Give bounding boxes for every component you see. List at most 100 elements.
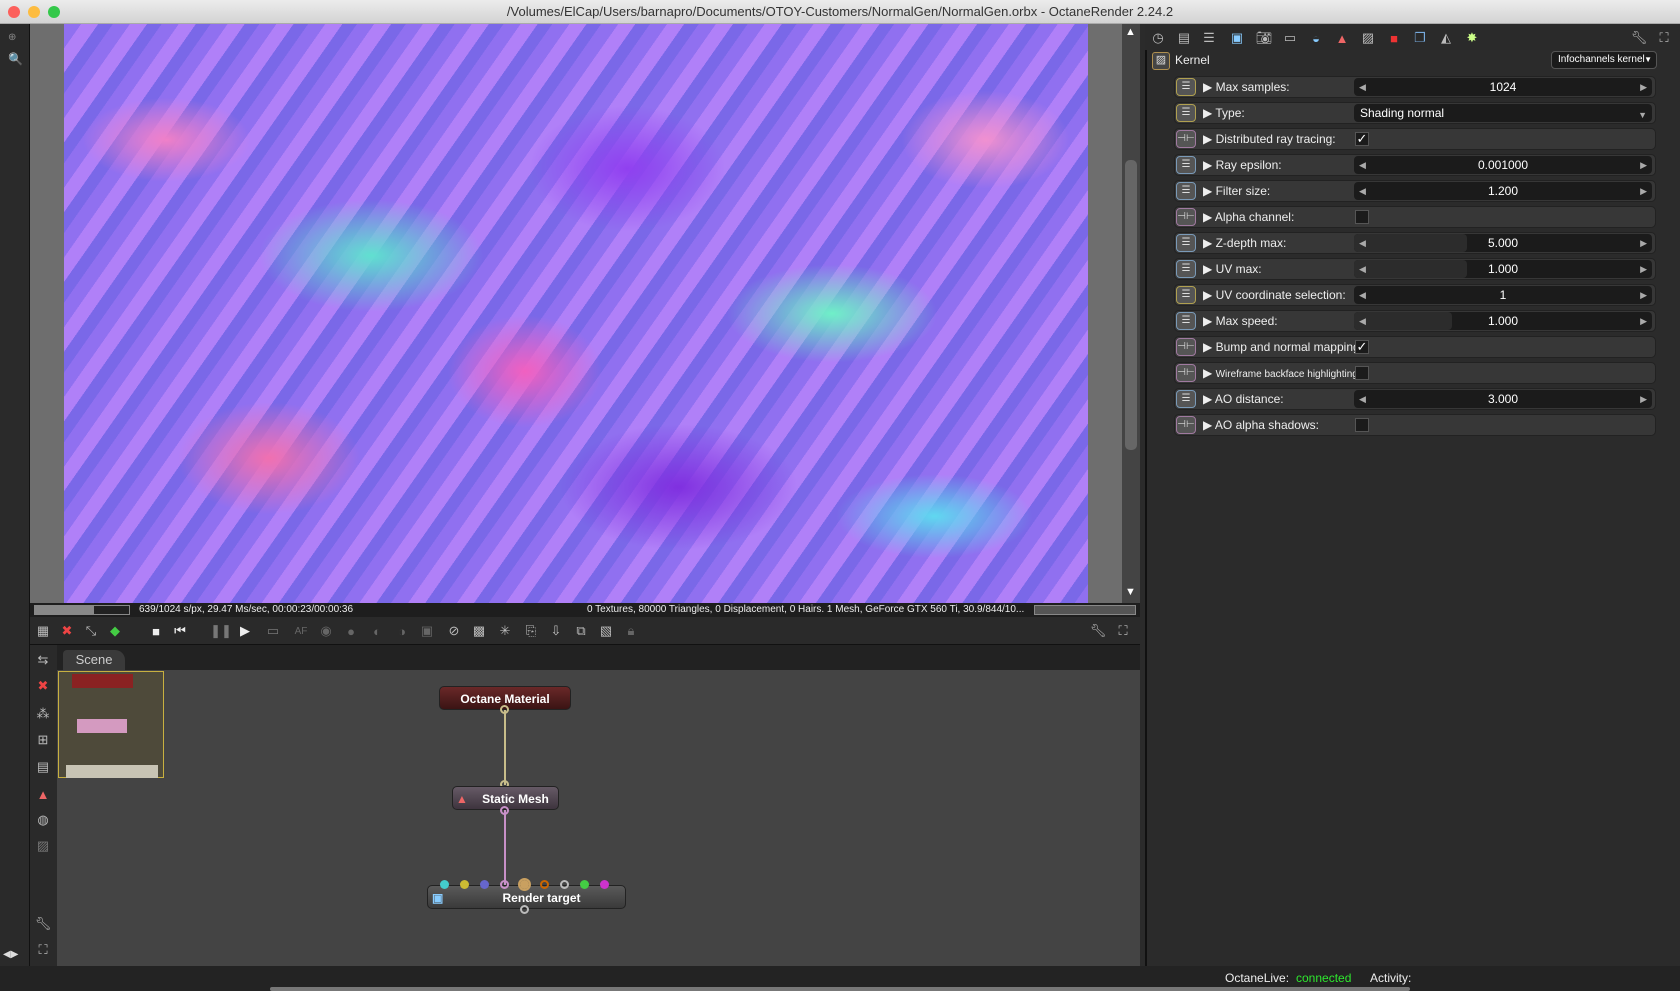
red-cube-icon[interactable]: ■ — [1385, 29, 1403, 47]
increment-icon[interactable]: ▶ — [1640, 390, 1647, 408]
decrement-icon[interactable]: ◀ — [1359, 156, 1366, 174]
value-pin-icon[interactable]: ☰ — [1176, 182, 1196, 200]
param-slider[interactable]: ◀ 1.000 ▶ — [1354, 312, 1652, 330]
decrement-icon[interactable]: ◀ — [1359, 78, 1366, 96]
increment-icon[interactable]: ▶ — [1640, 260, 1647, 278]
kernel-param-row: ⊣⊢ ▶ AO alpha shadows: — [1174, 414, 1656, 436]
imager-icon[interactable]: ◭ — [1437, 29, 1455, 47]
expand-arrow-icon[interactable]: ▶ — [1203, 210, 1212, 224]
bool-pin-icon[interactable]: ⊣⊢ — [1176, 416, 1196, 434]
bool-pin-icon[interactable]: ⊣⊢ — [1176, 338, 1196, 356]
bool-pin-icon[interactable]: ⊣⊢ — [1176, 364, 1196, 382]
kernel-param-row: ☰ ▶ UV coordinate selection: ◀ 1 ▶ — [1174, 284, 1656, 306]
increment-icon[interactable]: ▶ — [1640, 234, 1647, 252]
increment-icon[interactable]: ▶ — [1640, 78, 1647, 96]
kernel-title: Kernel — [1175, 53, 1210, 67]
kernel-icon[interactable]: ▨ — [1359, 29, 1377, 47]
param-slider[interactable]: ◀ 1 ▶ — [1354, 286, 1652, 304]
expand-arrow-icon[interactable]: ▶ — [1203, 158, 1212, 172]
value-pin-icon[interactable]: ☰ — [1176, 156, 1196, 174]
expand-arrow-icon[interactable]: ▶ — [1203, 366, 1212, 380]
expand-arrow-icon[interactable]: ▶ — [1203, 184, 1212, 198]
expand-arrow-icon[interactable]: ▶ — [1203, 392, 1212, 406]
kernel-param-row: ☰ ▶ UV max: ◀ 1.000 ▶ — [1174, 258, 1656, 280]
environment-port[interactable] — [460, 880, 469, 889]
expand-arrow-icon[interactable]: ▶ — [1203, 236, 1212, 250]
value-pin-icon[interactable]: ☰ — [1176, 104, 1196, 122]
render-layer-port[interactable] — [580, 880, 589, 889]
value-pin-icon[interactable]: ☰ — [1176, 390, 1196, 408]
kernel-param-row: ☰ ▶ Z-depth max: ◀ 5.000 ▶ — [1174, 232, 1656, 254]
film-icon[interactable]: ▭ — [1281, 29, 1299, 47]
value-pin-icon[interactable]: ☰ — [1176, 260, 1196, 278]
param-label-text: Z-depth max: — [1215, 236, 1287, 250]
param-slider[interactable]: ◀ 5.000 ▶ — [1354, 234, 1652, 252]
param-dropdown[interactable]: Shading normal ▼ — [1354, 104, 1652, 122]
chevron-down-icon: ▼ — [1644, 55, 1652, 64]
node-label: Octane Material — [460, 692, 550, 706]
param-checkbox[interactable] — [1355, 210, 1369, 224]
decrement-icon[interactable]: ◀ — [1359, 312, 1366, 330]
kernel-param-row: ☰ ▶ AO distance: ◀ 3.000 ▶ — [1174, 388, 1656, 410]
render-target-icon[interactable]: ▣ — [1228, 29, 1246, 47]
param-slider[interactable]: ◀ 1.200 ▶ — [1354, 182, 1652, 200]
param-checkbox[interactable]: ✓ — [1355, 132, 1369, 146]
expand-arrow-icon[interactable]: ▶ — [1203, 132, 1212, 146]
increment-icon[interactable]: ▶ — [1640, 286, 1647, 304]
bool-pin-icon[interactable]: ⊣⊢ — [1176, 130, 1196, 148]
postproc-port[interactable] — [560, 880, 569, 889]
render-target-output-port[interactable] — [520, 905, 529, 914]
render-target-select-icon[interactable]: ◷ — [1149, 29, 1167, 47]
expand-arrow-icon[interactable]: ▶ — [1203, 106, 1212, 120]
param-checkbox[interactable] — [1355, 366, 1369, 380]
expand-arrow-icon[interactable]: ▶ — [1203, 340, 1212, 354]
expand-arrow-icon[interactable]: ▶ — [1203, 262, 1212, 276]
kernel-param-row: ☰ ▶ Ray epsilon: ◀ 0.001000 ▶ — [1174, 154, 1656, 176]
kernel-type-dropdown[interactable]: Infochannels kernel ▼ — [1551, 51, 1657, 69]
imager-port[interactable] — [540, 880, 549, 889]
decrement-icon[interactable]: ◀ — [1359, 390, 1366, 408]
material-output-port[interactable] — [500, 705, 509, 714]
environment-icon[interactable]: ◒ — [1307, 29, 1325, 47]
value-pin-icon[interactable]: ☰ — [1176, 286, 1196, 304]
param-slider[interactable]: ◀ 0.001000 ▶ — [1354, 156, 1652, 174]
layers-icon[interactable]: ❐ — [1411, 29, 1429, 47]
increment-icon[interactable]: ▶ — [1640, 156, 1647, 174]
activity-label: Activity: — [1370, 971, 1412, 985]
horizontal-scrollbar[interactable] — [270, 987, 1410, 991]
param-value: 0.001000 — [1477, 158, 1529, 172]
value-pin-icon[interactable]: ☰ — [1176, 78, 1196, 96]
param-slider[interactable]: ◀ 1024 ▶ — [1354, 78, 1652, 96]
increment-icon[interactable]: ▶ — [1640, 182, 1647, 200]
kernel-port[interactable] — [518, 878, 531, 891]
expand-arrow-icon[interactable]: ▶ — [1203, 288, 1212, 302]
decrement-icon[interactable]: ◀ — [1359, 182, 1366, 200]
aov-port[interactable] — [600, 880, 609, 889]
param-checkbox[interactable] — [1355, 418, 1369, 432]
bool-pin-icon[interactable]: ⊣⊢ — [1176, 208, 1196, 226]
camera-icon[interactable]: 📷︎ — [1255, 29, 1273, 47]
collapse-icon[interactable]: ☰ — [1200, 29, 1218, 47]
geometry-icon[interactable]: ▲ — [1333, 29, 1351, 47]
postproc-icon[interactable]: ✸ — [1463, 29, 1481, 47]
camera-port[interactable] — [440, 880, 449, 889]
decrement-icon[interactable]: ◀ — [1359, 286, 1366, 304]
expand-icon[interactable]: ▤ — [1175, 29, 1193, 47]
mesh-input-port[interactable] — [500, 880, 509, 889]
value-pin-icon[interactable]: ☰ — [1176, 234, 1196, 252]
param-slider[interactable]: ◀ 3.000 ▶ — [1354, 390, 1652, 408]
expand-arrow-icon[interactable]: ▶ — [1203, 80, 1212, 94]
wrench-icon[interactable]: 🔧︎ — [1630, 29, 1648, 47]
fullscreen-icon[interactable]: ⛶ — [1655, 29, 1673, 47]
mesh-output-port[interactable] — [500, 806, 509, 815]
param-slider[interactable]: ◀ 1.000 ▶ — [1354, 260, 1652, 278]
value-pin-icon[interactable]: ☰ — [1176, 312, 1196, 330]
expand-arrow-icon[interactable]: ▶ — [1203, 418, 1212, 432]
expand-arrow-icon[interactable]: ▶ — [1203, 314, 1212, 328]
film-port[interactable] — [480, 880, 489, 889]
decrement-icon[interactable]: ◀ — [1359, 260, 1366, 278]
decrement-icon[interactable]: ◀ — [1359, 234, 1366, 252]
status-bar: OctaneLive: connected Activity: — [0, 966, 1680, 991]
increment-icon[interactable]: ▶ — [1640, 312, 1647, 330]
param-checkbox[interactable]: ✓ — [1355, 340, 1369, 354]
